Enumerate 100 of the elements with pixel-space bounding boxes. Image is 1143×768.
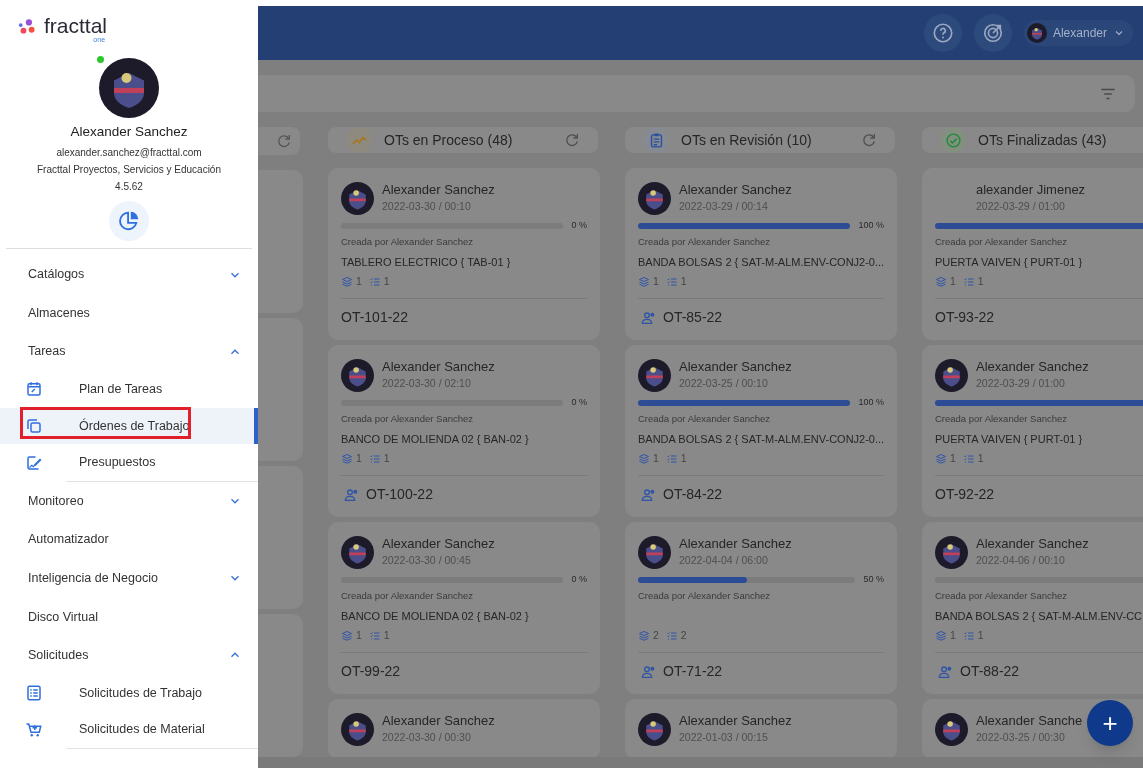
menu-item[interactable]: Monitoreo bbox=[0, 481, 258, 521]
document-pen-icon bbox=[25, 453, 43, 472]
created-by-text: Creada por Alexander Sanchez bbox=[638, 589, 772, 603]
layers-icon bbox=[935, 453, 947, 466]
menu-item[interactable]: Tareas bbox=[0, 332, 258, 372]
user-menu-button[interactable]: Alexander bbox=[1023, 20, 1133, 46]
refresh-icon[interactable] bbox=[564, 132, 580, 148]
pie-chart-icon bbox=[118, 210, 140, 233]
materials-count: 1 bbox=[653, 451, 659, 467]
created-by-text: Creada por Alexander Sanchez bbox=[935, 235, 1069, 249]
created-by-text: Creada por Alexander Sanchez bbox=[341, 589, 475, 603]
progress-percent: 0 % bbox=[571, 573, 587, 587]
progress-percent: 50 % bbox=[863, 573, 884, 587]
work-order-card[interactable]: Alexander Sanchez 2022-03-30 / 00:30 bbox=[328, 699, 600, 757]
menu-item[interactable]: Inteligencia de Negocio bbox=[0, 559, 258, 598]
column-title: OTs en Proceso (48) bbox=[384, 130, 514, 150]
column-title: OTs Finalizadas (43) bbox=[978, 130, 1108, 150]
order-code: OT-71-22 bbox=[663, 662, 723, 681]
equipment-name: PUERTA VAIVEN { PURT-01 } bbox=[935, 432, 1084, 448]
help-button[interactable] bbox=[923, 14, 962, 52]
order-date: 2022-03-25 / 00:30 bbox=[976, 730, 1066, 746]
order-date: 2022-03-29 / 01:00 bbox=[976, 376, 1066, 392]
goals-button[interactable] bbox=[973, 14, 1012, 52]
tasks-count: 1 bbox=[977, 451, 984, 467]
materials-count: 1 bbox=[653, 274, 659, 290]
work-order-card[interactable]: Alexander Sanchez 2022-01-03 / 00:15 bbox=[625, 699, 897, 757]
company-name: Fracttal Proyectos, Servicios y Educación bbox=[37, 163, 221, 178]
task-list-icon bbox=[962, 453, 975, 466]
tasks-count: 1 bbox=[680, 451, 687, 467]
menu-item[interactable]: Almacenes bbox=[0, 293, 258, 333]
profile-name: Alexander Sanchez bbox=[70, 123, 188, 141]
logo-wordmark: fracttal bbox=[44, 15, 108, 36]
submenu-item[interactable]: Solicitudes de Material bbox=[0, 711, 258, 748]
work-order-card[interactable]: Alexander Sanchez 2022-03-30 / 00:45 0 % Creada por Alexander Sanchez BANCO DE MOLIENDA 02 { BAN-02 } 1 1 OT-99-22 bbox=[328, 522, 600, 694]
assignee-name: Alexander Sanchez bbox=[976, 358, 1089, 377]
work-order-card[interactable]: Alexander Sanchez 2022-03-30 / 02:10 0 % Creada por Alexander Sanchez BANCO DE MOLIENDA 02 { BAN-02 } 1 1 OT-100-22 bbox=[328, 345, 600, 517]
menu-item[interactable]: Disco Virtual bbox=[0, 597, 258, 637]
app-version: 4.5.62 bbox=[115, 180, 143, 195]
layers-icon bbox=[638, 453, 650, 466]
column-title: OTs en Revisión (10) bbox=[681, 130, 813, 150]
order-code: OT-84-22 bbox=[663, 485, 723, 504]
layers-icon bbox=[638, 276, 650, 289]
task-list-icon bbox=[665, 276, 678, 289]
order-date: 2022-03-29 / 00:14 bbox=[679, 199, 769, 215]
submenu-item-label: Órdenes de Trabajo bbox=[79, 417, 190, 435]
avatar-drawing bbox=[1026, 23, 1047, 43]
work-order-card[interactable]: Alexander Sanchez 2022-04-04 / 06:00 50 % Creada por Alexander Sanchez 2 2 OT-71-22 bbox=[625, 522, 897, 694]
submenu-item-label: Presupuestos bbox=[79, 454, 156, 472]
order-date: 2022-04-04 / 06:00 bbox=[679, 553, 769, 569]
menu-item[interactable]: Catálogos bbox=[0, 255, 258, 294]
refresh-icon[interactable] bbox=[861, 132, 877, 148]
submenu-item[interactable]: Presupuestos bbox=[0, 444, 258, 481]
cart-plus-icon bbox=[25, 720, 43, 739]
dashboard-button[interactable] bbox=[109, 201, 149, 242]
equipment-name: BANDA BOLSAS 2 { SAT-M-ALM.ENV-CONJ2-0... bbox=[638, 432, 884, 448]
copy-icon bbox=[25, 416, 43, 435]
submenu-item-label: Plan de Tareas bbox=[79, 380, 163, 398]
assignee-name: Alexander Sanchez bbox=[679, 358, 792, 377]
order-date: 2022-03-25 / 00:10 bbox=[679, 376, 769, 392]
tasks-count: 1 bbox=[977, 628, 984, 644]
created-by-text: Creada por Alexander Sanchez bbox=[935, 589, 1069, 603]
order-date: 2022-03-29 / 01:00 bbox=[976, 199, 1066, 215]
submenu-item-label: Solicitudes de Material bbox=[79, 721, 205, 739]
submenu-item[interactable]: Solicitudes de Trabajo bbox=[0, 674, 258, 712]
check-circle-icon bbox=[944, 131, 962, 149]
work-order-card[interactable]: Alexander Sanchez 2022-04-06 / 00:10 Creada por Alexander Sanchez BANDA BOLSAS 2 { SAT-M-ALM.ENV-CC 1 1 OT-88-22 bbox=[922, 522, 1143, 694]
progress-percent: 0 % bbox=[571, 219, 587, 233]
materials-count: 2 bbox=[653, 628, 659, 644]
task-list-icon bbox=[962, 276, 975, 289]
submenu-item[interactable]: Plan de Tareas bbox=[0, 371, 258, 408]
order-code: OT-101-22 bbox=[341, 308, 408, 327]
task-list-icon bbox=[368, 630, 381, 643]
menu-item-label: Solicitudes bbox=[28, 647, 89, 665]
materials-count: 1 bbox=[950, 628, 956, 644]
order-date: 2022-01-03 / 00:15 bbox=[679, 730, 769, 746]
assignee-name: Alexander Sanche bbox=[976, 712, 1083, 731]
help-icon bbox=[931, 22, 954, 44]
menu-item[interactable]: Solicitudes bbox=[0, 636, 258, 675]
order-code: OT-92-22 bbox=[935, 485, 995, 504]
work-order-card[interactable]: Alexander Sanchez 2022-03-29 / 00:14 100 % Creada por Alexander Sanchez BANDA BOLSAS 2 { SAT-M-ALM.ENV-CONJ2-0... 1 1 OT-85-22 bbox=[625, 168, 897, 340]
equipment-name: BANDA BOLSAS 2 { SAT-M-ALM.ENV-CONJ2-0... bbox=[638, 255, 884, 271]
target-icon bbox=[981, 22, 1004, 44]
order-date: 2022-03-30 / 00:45 bbox=[382, 553, 472, 569]
submenu-item[interactable]: Órdenes de Trabajo bbox=[0, 407, 258, 445]
work-order-card[interactable]: Alexander Sanchez 2022-03-29 / 01:00 Creada por Alexander Sanchez PUERTA VAIVEN { PURT-01 } 1 1 OT-92-22 bbox=[922, 345, 1143, 517]
work-order-card[interactable]: Alexander Sanchez 2022-03-25 / 00:10 100 % Creada por Alexander Sanchez BANDA BOLSAS 2 { SAT-M-ALM.ENV-CONJ2-0... 1 1 OT-84-22 bbox=[625, 345, 897, 517]
menu-item-label: Catálogos bbox=[28, 266, 85, 284]
task-list-icon bbox=[368, 453, 381, 466]
layers-icon bbox=[341, 453, 353, 466]
order-date: 2022-03-30 / 00:10 bbox=[382, 199, 472, 215]
equipment-name: BANCO DE MOLIENDA 02 { BAN-02 } bbox=[341, 609, 530, 625]
work-order-card[interactable]: Alexander Sanchez 2022-03-30 / 00:10 0 % Creada por Alexander Sanchez TABLERO ELECTRICO { TAB-01 } 1 1 OT-101-22 bbox=[328, 168, 600, 340]
layers-icon bbox=[935, 276, 947, 289]
created-by-text: Creada por Alexander Sanchez bbox=[638, 412, 772, 426]
tasks-count: 1 bbox=[383, 274, 390, 290]
work-order-card[interactable]: alexander Jimenez 2022-03-29 / 01:00 Creada por Alexander Sanchez PUERTA VAIVEN { PURT-01 } 1 1 OT-93-22 bbox=[922, 168, 1143, 340]
menu-item[interactable]: Automatizador bbox=[0, 520, 258, 559]
tasks-count: 1 bbox=[383, 628, 390, 644]
materials-count: 1 bbox=[356, 274, 362, 290]
order-code: OT-100-22 bbox=[366, 485, 433, 504]
